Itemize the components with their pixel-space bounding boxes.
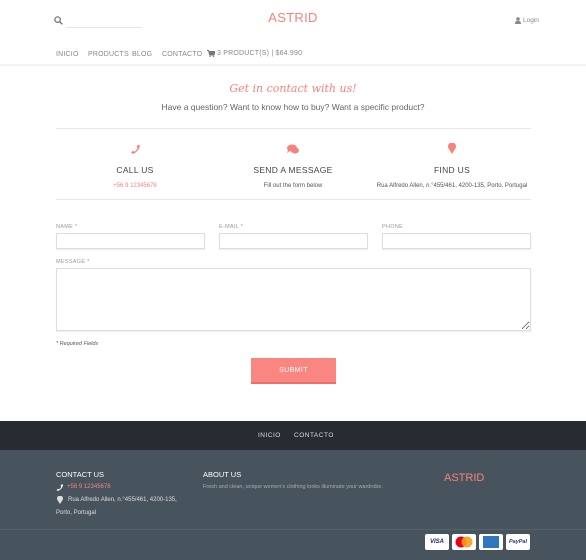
footer-nav-contacto[interactable]: CONTACTO <box>294 432 334 439</box>
footer-phone-text: +56 9 12345678 <box>67 484 111 490</box>
send-message-block: SEND A MESSAGE Fill out the form below <box>214 141 372 191</box>
phone-icon <box>131 144 140 154</box>
email-input[interactable] <box>219 233 368 249</box>
footer-main: CONTACT US +56 9 12345678 Rua Alfredo Al… <box>0 450 586 560</box>
visa-icon: VISA <box>425 534 449 550</box>
required-note: * Required Fields <box>56 341 99 347</box>
name-label: NAME * <box>56 224 78 230</box>
map-marker-icon <box>448 142 456 154</box>
comments-icon <box>287 144 299 154</box>
footer-nav-inicio[interactable]: INICIO <box>258 432 281 439</box>
mastercard-icon <box>452 534 476 550</box>
name-input[interactable] <box>56 233 205 249</box>
footer-nav: INICIO CONTACTO <box>0 421 586 450</box>
amex-icon <box>479 534 503 550</box>
footer-divider <box>0 529 586 530</box>
phone-label: PHONE <box>382 224 404 230</box>
find-us-address: Rua Alfredo Allen, n.°455/461, 4200-135,… <box>376 183 528 189</box>
footer-phone[interactable]: +56 9 12345678 <box>56 484 111 491</box>
contact-heading: Get in contact with us! <box>229 82 357 95</box>
divider <box>56 128 531 129</box>
find-us-title: FIND US <box>433 165 471 175</box>
footer-contact-title: CONTACT US <box>56 470 105 479</box>
phone-icon <box>56 484 63 491</box>
footer-address: Rua Alfredo Allen, n.°455/461, 4200-135,… <box>56 494 186 519</box>
brand-logo[interactable]: ASTRID <box>0 10 586 25</box>
nav-blog[interactable]: BLOG <box>132 51 152 58</box>
nav-inicio[interactable]: INICIO <box>56 51 79 58</box>
cart-summary: 3 PRODUCT(S) | $64.990 <box>217 50 303 57</box>
call-us-title: CALL US <box>116 165 154 175</box>
login-link[interactable]: Login <box>515 17 539 24</box>
nav-cart[interactable]: 3 PRODUCT(S) | $64.990 <box>207 50 302 57</box>
contact-subtitle: Have a question? Want to know how to buy… <box>161 102 425 112</box>
nav-products[interactable]: PRODUCTS <box>88 51 129 58</box>
message-textarea[interactable] <box>56 268 531 331</box>
footer-about-title: ABOUT US <box>203 470 242 479</box>
phone-input[interactable] <box>382 233 531 249</box>
nav-contacto[interactable]: CONTACTO <box>162 51 202 58</box>
user-icon <box>515 17 521 24</box>
footer-address-text: Rua Alfredo Allen, n.°455/461, 4200-135,… <box>56 497 177 516</box>
cart-icon <box>207 50 215 57</box>
footer-brand: ASTRID <box>444 472 485 484</box>
map-marker-icon <box>57 496 63 504</box>
footer-about-text: Fresh and clean, unique women's clothing… <box>203 484 383 490</box>
call-us-phone[interactable]: +56 9 12345678 <box>56 181 214 191</box>
call-us-block: CALL US +56 9 12345678 <box>56 141 214 191</box>
email-label: E-MAIL * <box>219 224 244 230</box>
message-label: MESSAGE * <box>56 259 90 265</box>
send-message-text: Fill out the form below <box>263 183 323 189</box>
login-label: Login <box>523 17 539 24</box>
paypal-icon: PayPal <box>506 534 530 550</box>
send-message-title: SEND A MESSAGE <box>253 165 333 175</box>
divider <box>56 199 531 200</box>
submit-button[interactable]: SUBMIT <box>251 358 336 384</box>
find-us-block: FIND US Rua Alfredo Allen, n.°455/461, 4… <box>373 141 531 191</box>
header-divider <box>0 64 586 66</box>
